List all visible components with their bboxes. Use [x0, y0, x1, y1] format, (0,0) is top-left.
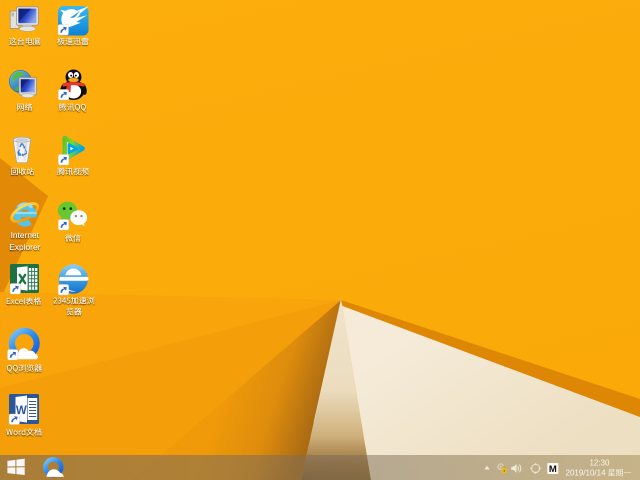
- svg-text:12:30: 12:30: [589, 458, 610, 467]
- svg-text:M: M: [549, 464, 557, 475]
- svg-text:Internet: Internet: [11, 230, 40, 240]
- svg-text:Explorer: Explorer: [9, 242, 40, 252]
- svg-text:2019/10/14: 2019/10/14: [566, 469, 607, 478]
